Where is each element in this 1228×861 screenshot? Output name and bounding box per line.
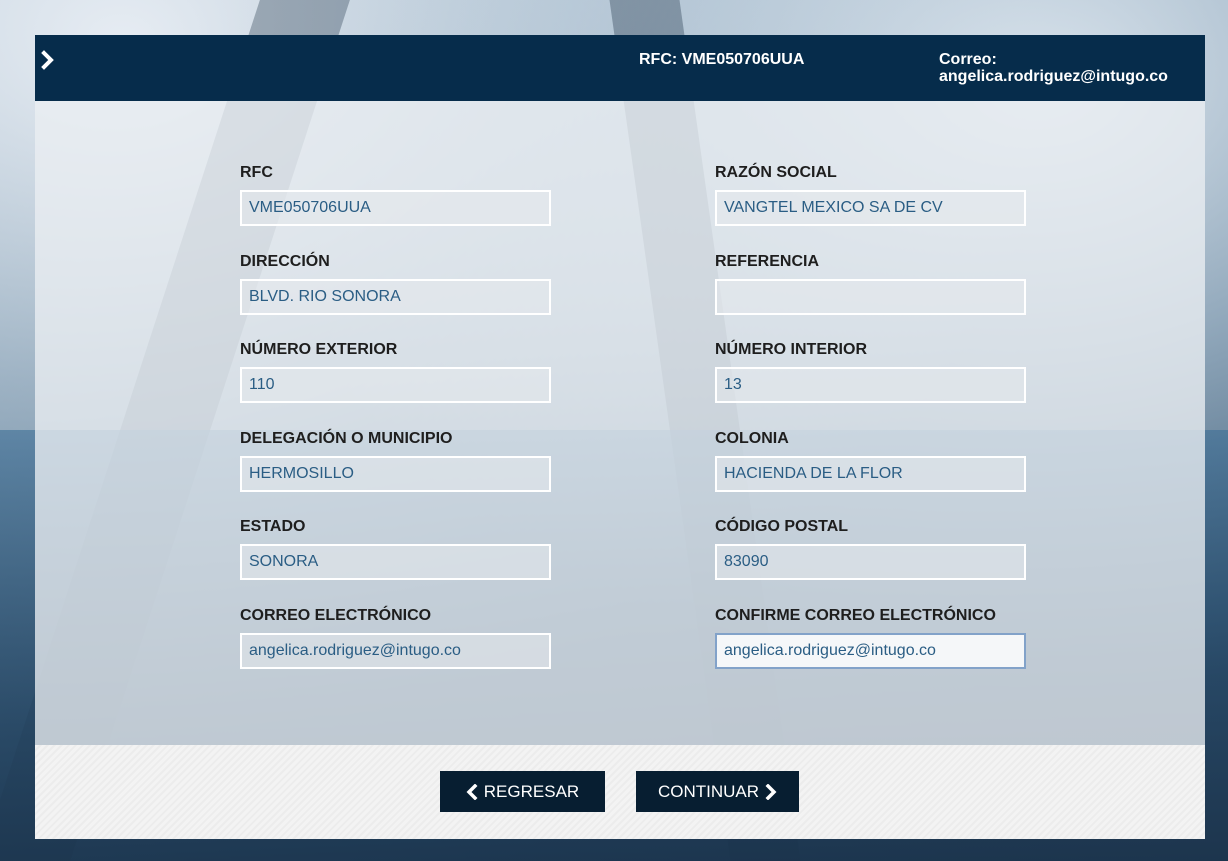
colonia-label: COLONIA	[715, 430, 789, 447]
top-bar: RFC: VME050706UUA Correo: angelica.rodri…	[35, 35, 1205, 101]
referencia-input[interactable]	[715, 279, 1026, 315]
field-delegacion: DELEGACIÓN O MUNICIPIO	[240, 430, 552, 492]
field-estado: ESTADO	[240, 518, 552, 580]
numero-interior-label: NÚMERO INTERIOR	[715, 341, 867, 358]
direccion-input[interactable]	[240, 279, 551, 315]
chevron-right-icon	[765, 783, 777, 800]
field-confirme-correo: CONFIRME CORREO ELECTRÓNICO	[715, 607, 1027, 669]
field-razon-social: RAZÓN SOCIAL	[715, 164, 1027, 226]
direccion-label: DIRECCIÓN	[240, 253, 330, 270]
rfc-input[interactable]	[240, 190, 551, 226]
continuar-label: CONTINUAR	[657, 781, 760, 801]
delegacion-input[interactable]	[240, 456, 551, 492]
field-numero-interior: NÚMERO INTERIOR	[715, 341, 1027, 403]
header-correo-value: angelica.rodriguez@intugo.co	[939, 68, 1168, 85]
form-panel: RFC RAZÓN SOCIAL DIRECCIÓN REFERENCIA NÚ…	[35, 101, 1205, 745]
continuar-button[interactable]: CONTINUAR	[636, 771, 799, 812]
confirme-correo-input[interactable]	[715, 633, 1026, 669]
correo-input[interactable]	[240, 633, 551, 669]
regresar-button[interactable]: REGRESAR	[440, 771, 605, 812]
estado-label: ESTADO	[240, 518, 306, 535]
rfc-label: RFC	[240, 164, 273, 181]
numero-interior-input[interactable]	[715, 367, 1026, 403]
footer-bar: REGRESAR CONTINUAR	[35, 745, 1205, 839]
field-rfc: RFC	[240, 164, 552, 226]
field-codigo-postal: CÓDIGO POSTAL	[715, 518, 1027, 580]
confirme-correo-label: CONFIRME CORREO ELECTRÓNICO	[715, 607, 996, 624]
estado-input[interactable]	[240, 544, 551, 580]
colonia-input[interactable]	[715, 456, 1026, 492]
codigo-postal-input[interactable]	[715, 544, 1026, 580]
header-correo-label: Correo:	[939, 51, 997, 68]
field-correo: CORREO ELECTRÓNICO	[240, 607, 552, 669]
numero-exterior-label: NÚMERO EXTERIOR	[240, 341, 398, 358]
header-correo: Correo: angelica.rodriguez@intugo.co	[939, 51, 1168, 85]
referencia-label: REFERENCIA	[715, 253, 820, 270]
razon-social-label: RAZÓN SOCIAL	[715, 164, 837, 181]
codigo-postal-label: CÓDIGO POSTAL	[715, 518, 849, 535]
field-colonia: COLONIA	[715, 430, 1027, 492]
header-rfc: RFC: VME050706UUA	[639, 51, 805, 68]
chevron-left-icon	[466, 783, 478, 800]
field-referencia: REFERENCIA	[715, 253, 1027, 315]
regresar-label: REGRESAR	[483, 781, 580, 801]
numero-exterior-input[interactable]	[240, 367, 551, 403]
razon-social-input[interactable]	[715, 190, 1026, 226]
field-numero-exterior: NÚMERO EXTERIOR	[240, 341, 552, 403]
chevron-right-icon[interactable]	[41, 50, 59, 70]
field-direccion: DIRECCIÓN	[240, 253, 552, 315]
correo-label: CORREO ELECTRÓNICO	[240, 607, 432, 624]
delegacion-label: DELEGACIÓN O MUNICIPIO	[240, 430, 453, 447]
